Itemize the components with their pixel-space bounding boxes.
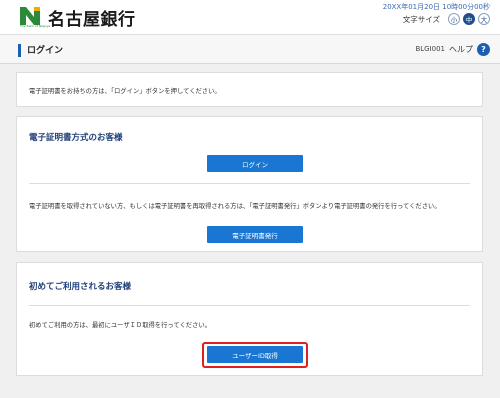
- first-time-description: 初めてご利用の方は、最初にユーザＩＤ取得を行ってください。: [29, 322, 211, 329]
- font-size-medium-button[interactable]: 中: [463, 13, 475, 25]
- help-label[interactable]: ヘルプ: [449, 44, 473, 55]
- user-id-button[interactable]: ユーザーID取得: [207, 346, 303, 363]
- first-time-section-title: 初めてご利用されるお客様: [29, 282, 132, 292]
- font-size-small-button[interactable]: 小: [448, 13, 460, 25]
- certificate-panel: 電子証明書方式のお客様 ログイン 電子証明書を取得されていない方、もしくは電子証…: [16, 116, 483, 252]
- divider: [29, 183, 470, 184]
- notice-text: 電子証明書をお持ちの方は、「ログイン」ボタンを押してください。: [29, 88, 221, 95]
- certificate-issue-button[interactable]: 電子証明書発行: [207, 226, 303, 243]
- login-button[interactable]: ログイン: [207, 155, 303, 172]
- bank-logo-icon: The Bank of Nagoya: [20, 7, 50, 28]
- font-size-selector: 文字サイズ 小 中 大: [403, 13, 490, 25]
- screen-id: BLGI001: [415, 45, 445, 53]
- font-size-label: 文字サイズ: [402, 14, 440, 24]
- help-icon[interactable]: ?: [477, 43, 490, 56]
- datetime: 20XX年01月20日 10時00分00秒: [382, 3, 490, 11]
- bank-logo[interactable]: The Bank of Nagoya 名古屋銀行: [20, 6, 136, 30]
- page-title: ログイン: [27, 46, 64, 56]
- font-size-large-button[interactable]: 大: [478, 13, 490, 25]
- logo-subtext: The Bank of Nagoya: [20, 24, 51, 28]
- divider: [29, 305, 470, 306]
- certificate-section-title: 電子証明書方式のお客様: [29, 133, 123, 143]
- bank-name: 名古屋銀行: [48, 9, 136, 30]
- title-bar: ログイン BLGI001 ヘルプ ?: [0, 34, 500, 64]
- first-time-panel: 初めてご利用されるお客様 初めてご利用の方は、最初にユーザＩＤ取得を行ってくださ…: [16, 262, 483, 376]
- help-link[interactable]: ヘルプ ?: [449, 43, 490, 56]
- title-accent-bar: [18, 44, 21, 57]
- header: The Bank of Nagoya 名古屋銀行 20XX年01月20日 10時…: [0, 0, 500, 34]
- notice-panel: 電子証明書をお持ちの方は、「ログイン」ボタンを押してください。: [16, 72, 483, 107]
- certificate-description: 電子証明書を取得されていない方、もしくは電子証明書を再取得される方は、「電子証明…: [29, 203, 441, 210]
